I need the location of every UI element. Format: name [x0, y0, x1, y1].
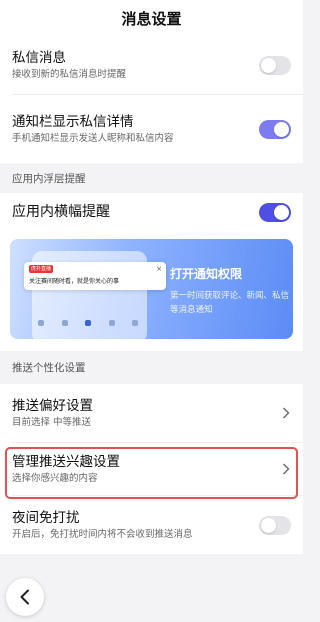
- private-message-title: 私信消息: [12, 49, 66, 66]
- toggle-knob: [274, 121, 289, 137]
- notification-detail-subtitle: 手机通知栏显示发送人昵称和私信内容: [12, 132, 174, 144]
- night-dnd-row[interactable]: 夜间免打扰 开启后，免打扰时间内将不会收到推送消息: [0, 496, 303, 554]
- app-logo: 虎扑直播: [29, 265, 54, 273]
- toggle-knob: [274, 204, 289, 220]
- push-preference-subtitle: 目前选择 中等推送: [12, 416, 92, 428]
- back-arrow-icon: [20, 589, 29, 605]
- in-app-banner-row[interactable]: 应用内横幅提醒: [0, 193, 303, 231]
- private-message-toggle[interactable]: [259, 55, 291, 75]
- highlight-box: [5, 447, 298, 499]
- night-dnd-title: 夜间免打扰: [12, 509, 80, 526]
- top-bar: 消息设置: [0, 0, 303, 36]
- sample-notification-message: 关注赛间随时看，就是你关心的事: [29, 278, 120, 285]
- push-preference-title: 推送偏好设置: [12, 397, 93, 414]
- page-title: 消息设置: [121, 9, 182, 28]
- section-label-in-app: 应用内浮层提醒: [12, 172, 86, 185]
- push-preference-row[interactable]: 推送偏好设置 目前选择 中等推送: [0, 384, 303, 442]
- notification-detail-toggle[interactable]: [259, 119, 291, 139]
- night-dnd-subtitle: 开启后，免打扰时间内将不会收到推送消息: [12, 528, 193, 540]
- in-app-banner-title: 应用内横幅提醒: [12, 204, 110, 220]
- private-message-row[interactable]: 私信消息 接收到新的私信消息时提醒: [0, 36, 303, 94]
- in-app-banner-toggle[interactable]: [259, 202, 291, 222]
- home-icon: [38, 320, 44, 326]
- banner-description: 第一时间获取评论、新闻、私信等消息通知: [170, 291, 290, 315]
- phone-nav-illustration: [38, 317, 138, 329]
- banner-title: 打开通知权限: [170, 267, 243, 281]
- private-message-subtitle: 接收到新的私信消息时提醒: [12, 68, 127, 80]
- close-icon: ×: [156, 265, 162, 273]
- chevron-right-icon: [281, 406, 291, 420]
- sample-notification: 虎扑直播 关注赛间随时看，就是你关心的事 ×: [24, 262, 166, 290]
- private-message-card: 私信消息 接收到新的私信消息时提醒 通知栏显示私信详情 手机通知栏显示发送人昵称…: [0, 36, 303, 163]
- settings-icon: [108, 320, 115, 326]
- notification-detail-row[interactable]: 通知栏显示私信详情 手机通知栏显示发送人昵称和私信内容: [0, 95, 303, 163]
- notification-permission-banner[interactable]: 虎扑直播 关注赛间随时看，就是你关心的事 × 打开通知权限 第一时间获取评论、新…: [10, 239, 293, 339]
- play-icon: [61, 320, 68, 326]
- notification-detail-title: 通知栏显示私信详情: [12, 113, 134, 130]
- section-label-push: 推送个性化设置: [12, 362, 86, 374]
- profile-icon: [132, 320, 138, 326]
- center-tab-icon: [85, 320, 91, 326]
- back-button[interactable]: [6, 578, 44, 616]
- night-dnd-toggle[interactable]: [259, 515, 291, 535]
- in-app-banner-card: 应用内横幅提醒 虎扑直播 关注赛间随时看，就是你关心的事 × 打开通知权限 第一…: [0, 193, 303, 351]
- toggle-knob: [261, 517, 276, 533]
- toggle-knob: [261, 57, 276, 73]
